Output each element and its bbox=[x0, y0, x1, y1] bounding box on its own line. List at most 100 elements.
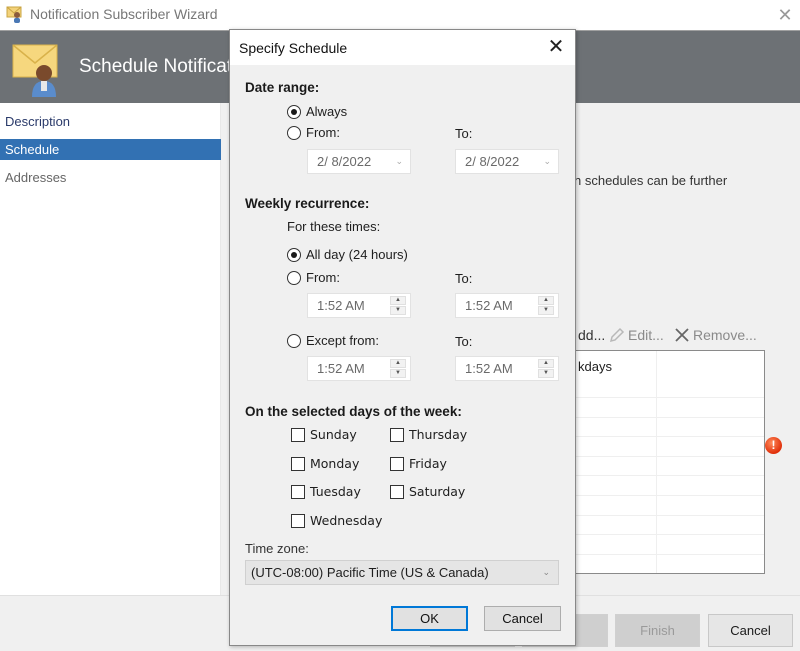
all-day-label: All day (24 hours) bbox=[306, 247, 408, 262]
spin-down-icon[interactable]: ▼ bbox=[390, 306, 406, 315]
pencil-icon bbox=[609, 327, 625, 343]
schedule-list-row[interactable] bbox=[561, 535, 764, 555]
date-to-picker[interactable]: 2/ 8/2022 ⌄ bbox=[455, 149, 559, 174]
except-from-spinner[interactable]: 1:52 AM ▲ ▼ bbox=[307, 356, 411, 381]
friday-checkbox[interactable]: Friday bbox=[390, 456, 447, 471]
date-to-value: 2/ 8/2022 bbox=[465, 154, 520, 169]
always-radio-dot bbox=[287, 104, 301, 119]
spin-down-icon[interactable]: ▼ bbox=[538, 369, 554, 378]
dialog-title: Specify Schedule bbox=[239, 40, 348, 56]
dialog-cancel-button[interactable]: Cancel bbox=[484, 606, 561, 631]
wednesday-checkbox[interactable]: Wednesday bbox=[291, 513, 382, 528]
time-from-value: 1:52 AM bbox=[317, 298, 365, 313]
schedule-cell-times bbox=[657, 418, 764, 437]
sunday-label: Sunday bbox=[310, 427, 357, 442]
saturday-checkbox-box bbox=[390, 484, 404, 499]
edit-schedule-button[interactable]: Edit... bbox=[609, 327, 664, 343]
nav-item-description[interactable]: Description bbox=[0, 111, 221, 132]
time-zone-label: Time zone: bbox=[245, 541, 309, 556]
spin-up-icon[interactable]: ▲ bbox=[538, 296, 554, 305]
ok-button[interactable]: OK bbox=[391, 606, 468, 631]
edit-schedule-label: Edit... bbox=[628, 327, 664, 343]
schedule-list-row[interactable] bbox=[561, 554, 764, 573]
thursday-checkbox[interactable]: Thursday bbox=[390, 427, 467, 442]
dialog-close-button[interactable]: ✕ bbox=[543, 35, 569, 59]
spin-up-icon[interactable]: ▲ bbox=[390, 359, 406, 368]
saturday-checkbox[interactable]: Saturday bbox=[390, 484, 465, 499]
time-from-radio[interactable]: From: bbox=[287, 270, 340, 285]
date-to-label: To: bbox=[455, 126, 473, 141]
tuesday-checkbox[interactable]: Tuesday bbox=[291, 484, 361, 499]
saturday-label: Saturday bbox=[409, 484, 466, 499]
schedule-cell-times bbox=[657, 476, 764, 495]
spin-down-icon[interactable]: ▼ bbox=[390, 369, 406, 378]
add-schedule-button[interactable]: dd... bbox=[578, 327, 605, 343]
date-from-radio[interactable]: From: bbox=[287, 125, 340, 140]
date-range-heading: Date range: bbox=[245, 80, 320, 95]
schedule-cell-times bbox=[657, 398, 764, 417]
except-from-radio-dot bbox=[287, 333, 301, 348]
except-from-spin-buttons: ▲ ▼ bbox=[390, 359, 406, 378]
time-from-spinner[interactable]: 1:52 AM ▲ ▼ bbox=[307, 293, 411, 318]
nav-item-schedule[interactable]: Schedule bbox=[0, 139, 221, 160]
wizard-app-icon bbox=[6, 6, 22, 23]
schedule-list-row[interactable]: kdays bbox=[561, 351, 764, 398]
except-to-spin-buttons: ▲ ▼ bbox=[538, 359, 554, 378]
schedule-description-text: n schedules can be further bbox=[574, 173, 728, 188]
schedule-cell-times bbox=[657, 351, 764, 397]
schedule-cell-times bbox=[657, 516, 764, 535]
schedule-cell-times bbox=[657, 457, 764, 476]
wizard-nav: Description Schedule Addresses bbox=[0, 103, 221, 595]
chevron-down-icon: ⌄ bbox=[543, 156, 551, 166]
weekly-recurrence-heading: Weekly recurrence: bbox=[245, 196, 370, 211]
schedule-list-row[interactable] bbox=[561, 456, 764, 477]
schedule-list-row[interactable] bbox=[561, 515, 764, 536]
spin-up-icon[interactable]: ▲ bbox=[390, 296, 406, 305]
time-zone-value: (UTC-08:00) Pacific Time (US & Canada) bbox=[251, 565, 489, 580]
tuesday-checkbox-box bbox=[291, 484, 305, 499]
wizard-cancel-button[interactable]: Cancel bbox=[708, 614, 793, 647]
chevron-down-icon: ⌄ bbox=[395, 156, 403, 166]
schedule-list-row[interactable] bbox=[561, 398, 764, 418]
days-of-week-heading: On the selected days of the week: bbox=[245, 404, 462, 419]
add-schedule-label: dd... bbox=[578, 327, 606, 343]
monday-label: Monday bbox=[310, 456, 360, 471]
schedule-list-row[interactable] bbox=[561, 417, 764, 438]
remove-schedule-button[interactable]: Remove... bbox=[674, 327, 757, 343]
schedule-list-row[interactable] bbox=[561, 476, 764, 496]
except-from-radio[interactable]: Except from: bbox=[287, 333, 379, 348]
thursday-label: Thursday bbox=[409, 427, 468, 442]
always-label: Always bbox=[306, 104, 348, 119]
wednesday-checkbox-box bbox=[291, 513, 305, 528]
always-radio[interactable]: Always bbox=[287, 104, 347, 119]
schedule-cell-times bbox=[657, 555, 764, 573]
time-zone-select[interactable]: (UTC-08:00) Pacific Time (US & Canada) ⌄ bbox=[245, 560, 559, 585]
wizard-close-button[interactable]: ✕ bbox=[770, 2, 800, 28]
remove-x-icon bbox=[675, 328, 689, 342]
all-day-radio-dot bbox=[287, 247, 301, 262]
all-day-radio[interactable]: All day (24 hours) bbox=[287, 247, 408, 262]
for-these-times-label: For these times: bbox=[287, 219, 381, 234]
except-from-value: 1:52 AM bbox=[317, 361, 365, 376]
monday-checkbox[interactable]: Monday bbox=[291, 456, 359, 471]
wizard-finish-button[interactable]: Finish bbox=[615, 614, 700, 647]
remove-schedule-label: Remove... bbox=[693, 327, 757, 343]
dialog-titlebar: Specify Schedule ✕ bbox=[230, 30, 575, 65]
spin-up-icon[interactable]: ▲ bbox=[538, 359, 554, 368]
time-to-spinner[interactable]: 1:52 AM ▲ ▼ bbox=[455, 293, 559, 318]
except-to-spinner[interactable]: 1:52 AM ▲ ▼ bbox=[455, 356, 559, 381]
schedule-list-row[interactable] bbox=[561, 496, 764, 516]
spin-down-icon[interactable]: ▼ bbox=[538, 306, 554, 315]
schedule-list[interactable]: kdays bbox=[560, 350, 765, 574]
wizard-titlebar: Notification Subscriber Wizard ✕ bbox=[0, 0, 800, 30]
schedule-cell-times bbox=[657, 437, 764, 456]
nav-item-addresses[interactable]: Addresses bbox=[0, 167, 221, 188]
schedule-list-row[interactable] bbox=[561, 437, 764, 457]
date-from-radio-dot bbox=[287, 125, 301, 140]
time-from-spin-buttons: ▲ ▼ bbox=[390, 296, 406, 315]
time-to-value: 1:52 AM bbox=[465, 298, 513, 313]
date-from-picker[interactable]: 2/ 8/2022 ⌄ bbox=[307, 149, 411, 174]
notification-subscriber-icon bbox=[12, 44, 58, 97]
sunday-checkbox[interactable]: Sunday bbox=[291, 427, 357, 442]
sunday-checkbox-box bbox=[291, 427, 305, 442]
